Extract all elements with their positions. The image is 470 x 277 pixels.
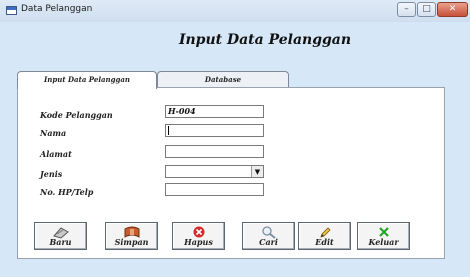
nama-label: Nama: [40, 128, 67, 138]
page-title: Input Data Pelanggan: [178, 32, 352, 48]
jenis-label: Jenis: [40, 169, 63, 179]
kode-pelanggan-field[interactable]: H-004: [165, 105, 264, 118]
window-title: Data Pelanggan: [21, 4, 93, 14]
simpan-button[interactable]: Simpan: [105, 222, 158, 250]
keluar-label: Keluar: [368, 237, 399, 247]
close-button[interactable]: ✕: [437, 2, 468, 17]
alamat-label: Alamat: [40, 149, 72, 159]
dropdown-arrow-icon[interactable]: ▼: [251, 166, 263, 177]
title-bar[interactable]: Data Pelanggan – □ ✕: [0, 0, 470, 22]
baru-label: Baru: [49, 237, 72, 247]
cari-label: Cari: [259, 237, 278, 247]
cari-button[interactable]: Cari: [242, 222, 295, 250]
no-hp-telp-label: No. HP/Telp: [40, 187, 94, 197]
edit-label: Edit: [315, 237, 334, 247]
hapus-button[interactable]: Hapus: [172, 222, 225, 250]
nama-field[interactable]: [165, 124, 264, 137]
kode-pelanggan-label: Kode Pelanggan: [40, 110, 113, 120]
baru-button[interactable]: Baru: [34, 222, 87, 250]
jenis-select[interactable]: ▼: [165, 165, 264, 178]
maximize-button[interactable]: □: [417, 2, 436, 17]
edit-button[interactable]: Edit: [298, 222, 351, 250]
tab-database[interactable]: Database: [157, 71, 289, 88]
no-hp-telp-field[interactable]: [165, 183, 264, 196]
main-window: Data Pelanggan – □ ✕ Input Data Pelangga…: [0, 0, 470, 277]
alamat-field[interactable]: [165, 145, 264, 158]
simpan-label: Simpan: [114, 237, 149, 247]
tab-input-data-pelanggan[interactable]: Input Data Pelanggan: [17, 71, 157, 89]
minimize-button[interactable]: –: [397, 2, 416, 17]
app-icon: [6, 6, 17, 15]
keluar-button[interactable]: Keluar: [357, 222, 410, 250]
hapus-label: Hapus: [184, 237, 213, 247]
